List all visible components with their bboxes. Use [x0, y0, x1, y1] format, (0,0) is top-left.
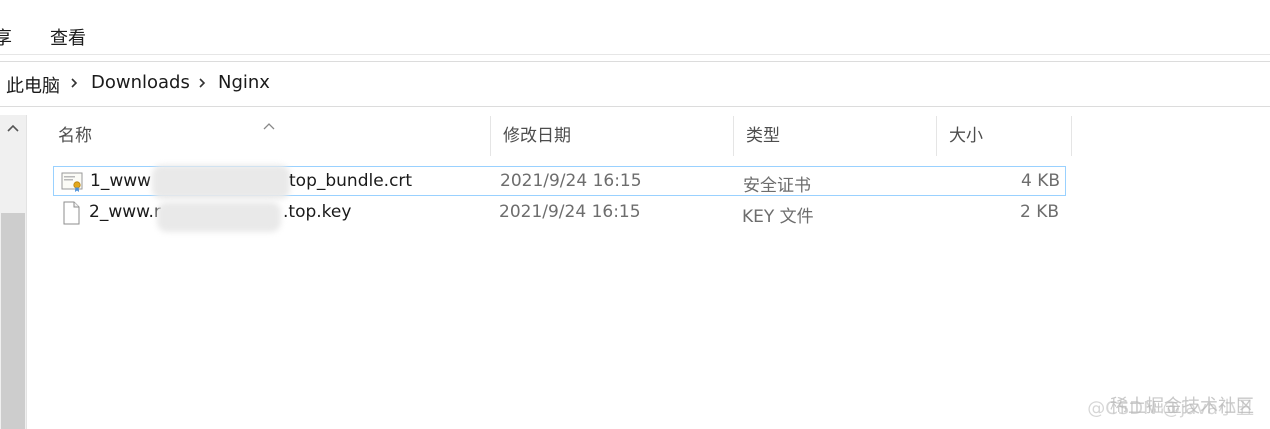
ribbon-tabs: 享 查看: [0, 0, 1270, 55]
column-header-size-label: 大小: [949, 126, 983, 146]
certificate-icon: [61, 170, 83, 194]
breadcrumb-this-pc[interactable]: 此电脑: [6, 72, 60, 98]
file-type: 安全证书: [743, 176, 811, 196]
column-header-type[interactable]: 类型: [734, 116, 937, 156]
scroll-up-button[interactable]: [0, 117, 26, 139]
file-name-end: top_bundle.crt: [289, 171, 413, 191]
file-row-crt[interactable]: 1_www top_bundle.crt 2021/9/24 16:15 安全证…: [53, 165, 1066, 199]
file-name-start: 2_www.r: [89, 202, 161, 222]
column-header-size[interactable]: 大小: [937, 116, 1072, 156]
file-size: 4 KB: [1020, 171, 1060, 191]
column-header-type-label: 类型: [746, 126, 780, 146]
file-date: 2021/9/24 16:15: [500, 171, 642, 191]
redacted-blur: [152, 165, 290, 199]
file-name-end: .top.key: [283, 202, 352, 222]
column-header-name-label: 名称: [58, 126, 92, 146]
file-name-start: 1_www: [90, 171, 152, 191]
chevron-right-icon[interactable]: [198, 78, 206, 88]
column-header-date[interactable]: 修改日期: [491, 116, 734, 156]
column-header-name[interactable]: 名称: [46, 116, 491, 156]
file-date: 2021/9/24 16:15: [499, 202, 641, 222]
document-icon: [60, 201, 82, 225]
column-header-date-label: 修改日期: [503, 126, 571, 146]
address-bar[interactable]: 此电脑 Downloads Nginx: [0, 61, 1270, 107]
chevron-right-icon[interactable]: [70, 78, 78, 88]
navigation-pane-scrollbar[interactable]: [0, 115, 26, 429]
breadcrumb-nginx[interactable]: Nginx: [218, 72, 270, 93]
breadcrumb-downloads[interactable]: Downloads: [91, 72, 190, 93]
file-type: KEY 文件: [742, 207, 814, 227]
ribbon-tab-view[interactable]: 查看: [50, 24, 86, 50]
redacted-blur: [157, 202, 281, 232]
watermark-csdn: @CSDN @java小丑: [1087, 398, 1254, 419]
scrollbar-thumb[interactable]: [1, 213, 25, 429]
pane-divider: [26, 115, 27, 429]
file-row-key[interactable]: 2_www.r .top.key 2021/9/24 16:15 KEY 文件 …: [53, 198, 1066, 232]
column-header-row: 名称 修改日期 类型 大小: [46, 116, 1072, 156]
ribbon-tab-share[interactable]: 享: [0, 24, 12, 50]
chevron-up-icon: [7, 124, 19, 132]
file-size: 2 KB: [1019, 202, 1059, 222]
